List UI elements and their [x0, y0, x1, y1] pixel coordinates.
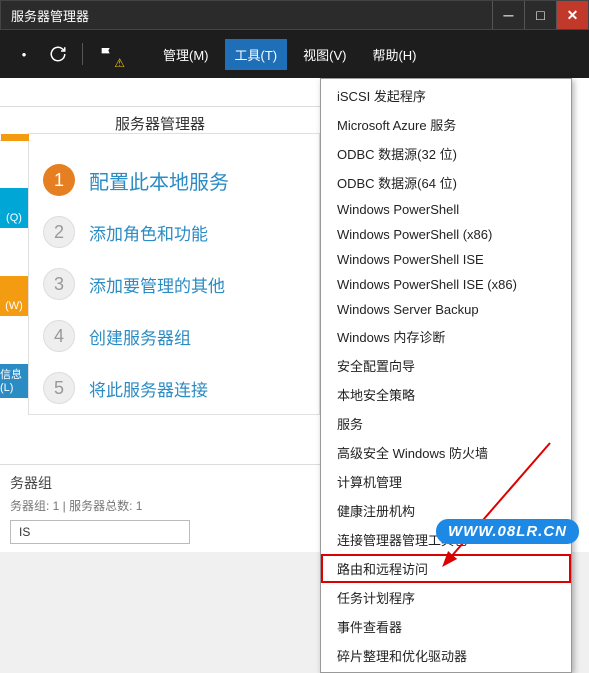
step-add-roles[interactable]: 2 添加角色和功能 — [29, 206, 319, 258]
tools-menu-item[interactable]: 事件查看器 — [321, 612, 571, 641]
menu-tools[interactable]: 工具(T) — [225, 39, 288, 70]
toolbar-separator — [82, 43, 83, 65]
group-subtitle: 务器组: 1 | 服务器总数: 1 — [10, 497, 310, 514]
group-title: 务器组 — [10, 473, 310, 493]
close-button[interactable]: ✕ — [556, 1, 588, 29]
step-number-1: 1 — [43, 164, 75, 196]
maximize-button[interactable]: □ — [524, 1, 556, 29]
step-create-group[interactable]: 4 创建服务器组 — [29, 310, 319, 362]
tools-menu-item[interactable]: Microsoft Azure 服务 — [321, 110, 571, 139]
minimize-button[interactable]: ─ — [492, 1, 524, 29]
step-label: 添加角色和功能 — [89, 220, 208, 245]
toolbar: • 管理(M) 工具(T) 视图(V) 帮助(H) — [0, 30, 589, 78]
left-category-tags: (Q) (W) 信息(L) — [0, 188, 28, 446]
tools-menu-item[interactable]: 安全配置向导 — [321, 351, 571, 380]
left-tag-l[interactable]: 信息(L) — [0, 364, 28, 398]
window-buttons: ─ □ ✕ — [492, 1, 588, 29]
step-add-other-servers[interactable]: 3 添加要管理的其他 — [29, 258, 319, 310]
tools-menu-item[interactable]: Windows 内存诊断 — [321, 322, 571, 351]
step-label: 配置此本地服务 — [89, 166, 229, 195]
tools-menu-item[interactable]: 碎片整理和优化驱动器 — [321, 641, 571, 670]
tools-menu-item[interactable]: Windows PowerShell — [321, 197, 571, 222]
menu-help[interactable]: 帮助(H) — [362, 39, 426, 70]
step-number-2: 2 — [43, 216, 75, 248]
title-bar: 服务器管理器 ─ □ ✕ — [0, 0, 589, 30]
window-title: 服务器管理器 — [1, 6, 89, 25]
tools-menu-item[interactable]: Windows PowerShell (x86) — [321, 222, 571, 247]
tools-menu-item[interactable]: 服务 — [321, 409, 571, 438]
step-label: 添加要管理的其他 — [89, 272, 225, 297]
tools-dropdown-menu: iSCSI 发起程序Microsoft Azure 服务ODBC 数据源(32 … — [320, 78, 572, 673]
step-number-4: 4 — [43, 320, 75, 352]
menu-view[interactable]: 视图(V) — [293, 39, 356, 70]
step-number-3: 3 — [43, 268, 75, 300]
watermark: WWW.08LR.CN — [436, 519, 579, 544]
tools-menu-item[interactable]: 任务计划程序 — [321, 583, 571, 612]
left-tag-w[interactable]: (W) — [0, 276, 28, 316]
step-configure-local[interactable]: 1 配置此本地服务 — [29, 154, 319, 206]
tools-menu-item[interactable]: Windows PowerShell ISE (x86) — [321, 272, 571, 297]
tools-menu-item[interactable]: ODBC 数据源(32 位) — [321, 139, 571, 168]
content-area: 服务器管理器 (Q) (W) 信息(L) 1 配置此本地服务 2 添加角色和功能… — [0, 78, 589, 552]
tools-menu-item[interactable]: 本地安全策略 — [321, 380, 571, 409]
server-group-footer: 务器组 务器组: 1 | 服务器总数: 1 IS — [0, 464, 320, 552]
tools-menu-item[interactable]: 高级安全 Windows 防火墙 — [321, 438, 571, 467]
quick-start-card: 1 配置此本地服务 2 添加角色和功能 3 添加要管理的其他 4 创建服务器组 … — [28, 133, 320, 415]
tools-menu-item[interactable]: 计算机管理 — [321, 467, 571, 496]
tools-menu-item[interactable]: Windows Server Backup — [321, 297, 571, 322]
step-number-5: 5 — [43, 372, 75, 404]
tools-menu-item[interactable]: 路由和远程访问 — [321, 554, 571, 583]
tools-menu-item[interactable]: ODBC 数据源(64 位) — [321, 168, 571, 197]
group-box[interactable]: IS — [10, 520, 190, 544]
left-tag-q[interactable]: (Q) — [0, 188, 28, 228]
refresh-icon[interactable] — [44, 40, 72, 68]
tools-menu-item[interactable]: iSCSI 发起程序 — [321, 81, 571, 110]
notifications-flag-icon[interactable] — [93, 40, 121, 68]
menu-manage[interactable]: 管理(M) — [153, 39, 219, 70]
step-label: 将此服务器连接 — [89, 376, 208, 401]
step-connect-cloud[interactable]: 5 将此服务器连接 — [29, 362, 319, 414]
tools-menu-item[interactable]: Windows PowerShell ISE — [321, 247, 571, 272]
step-label: 创建服务器组 — [89, 324, 191, 349]
bullet-icon: • — [10, 40, 38, 68]
